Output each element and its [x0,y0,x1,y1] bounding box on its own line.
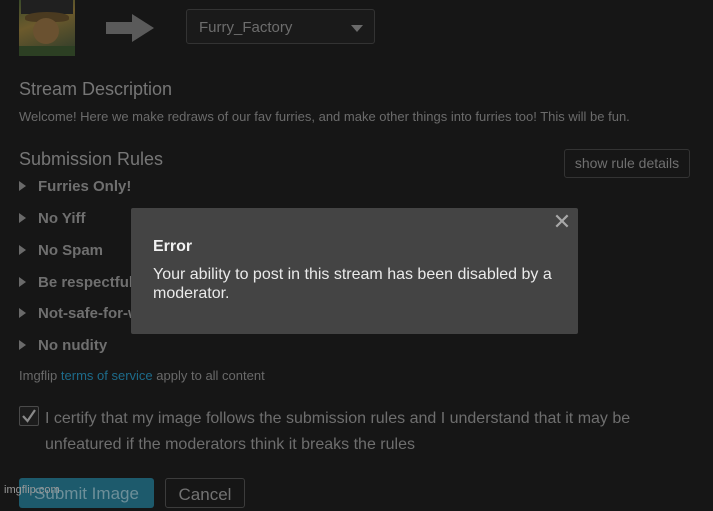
cancel-button[interactable]: Cancel [165,478,245,508]
certify-label: I certify that my image follows the subm… [45,410,631,453]
rule-label: No Yiff [38,210,86,227]
error-dialog-title: Error [153,238,193,255]
rule-label: Furries Only! [38,178,132,195]
rule-item[interactable]: No Yiff [19,210,86,227]
expand-arrow-icon [19,277,26,288]
close-icon[interactable]: ✕ [552,211,572,233]
rule-item[interactable]: No nudity [19,337,107,354]
rule-label: Be respectful [38,274,134,291]
terms-of-service-link[interactable]: terms of service [61,368,153,383]
checkmark-icon [22,409,36,423]
chevron-down-icon [351,25,363,32]
submit-to-stream-page: Furry_Factory Stream Description Welcome… [0,0,713,508]
expand-arrow-icon [19,245,26,256]
stream-description-heading: Stream Description [19,79,173,99]
rule-item[interactable]: Furries Only! [19,178,131,195]
error-dialog: ✕ Error Your ability to post in this str… [131,208,578,334]
right-arrow-icon [106,14,154,42]
rule-item[interactable]: No Spam [19,242,103,259]
rule-item[interactable]: Be respectful [19,274,133,291]
stream-select[interactable]: Furry_Factory [186,9,375,44]
error-dialog-message: Your ability to post in this stream has … [153,266,552,302]
stream-select-value: Furry_Factory [199,19,293,36]
show-rule-details-button[interactable]: show rule details [564,149,690,178]
expand-arrow-icon [19,181,26,192]
rule-label: No nudity [38,337,108,354]
expand-arrow-icon [19,340,26,351]
meme-thumbnail-image [19,0,75,56]
rule-label: No Spam [38,242,104,259]
submission-rules-heading: Submission Rules [19,149,164,169]
imgflip-watermark: imgflip.com [4,484,60,496]
stream-description-text: Welcome! Here we make redraws of our fav… [19,109,630,124]
expand-arrow-icon [19,308,26,319]
terms-prefix: Imgflip [19,368,58,383]
expand-arrow-icon [19,213,26,224]
certify-checkbox[interactable] [19,406,39,426]
terms-suffix: apply to all content [156,368,265,383]
terms-notice: Imgflip terms of service apply to all co… [19,368,265,383]
